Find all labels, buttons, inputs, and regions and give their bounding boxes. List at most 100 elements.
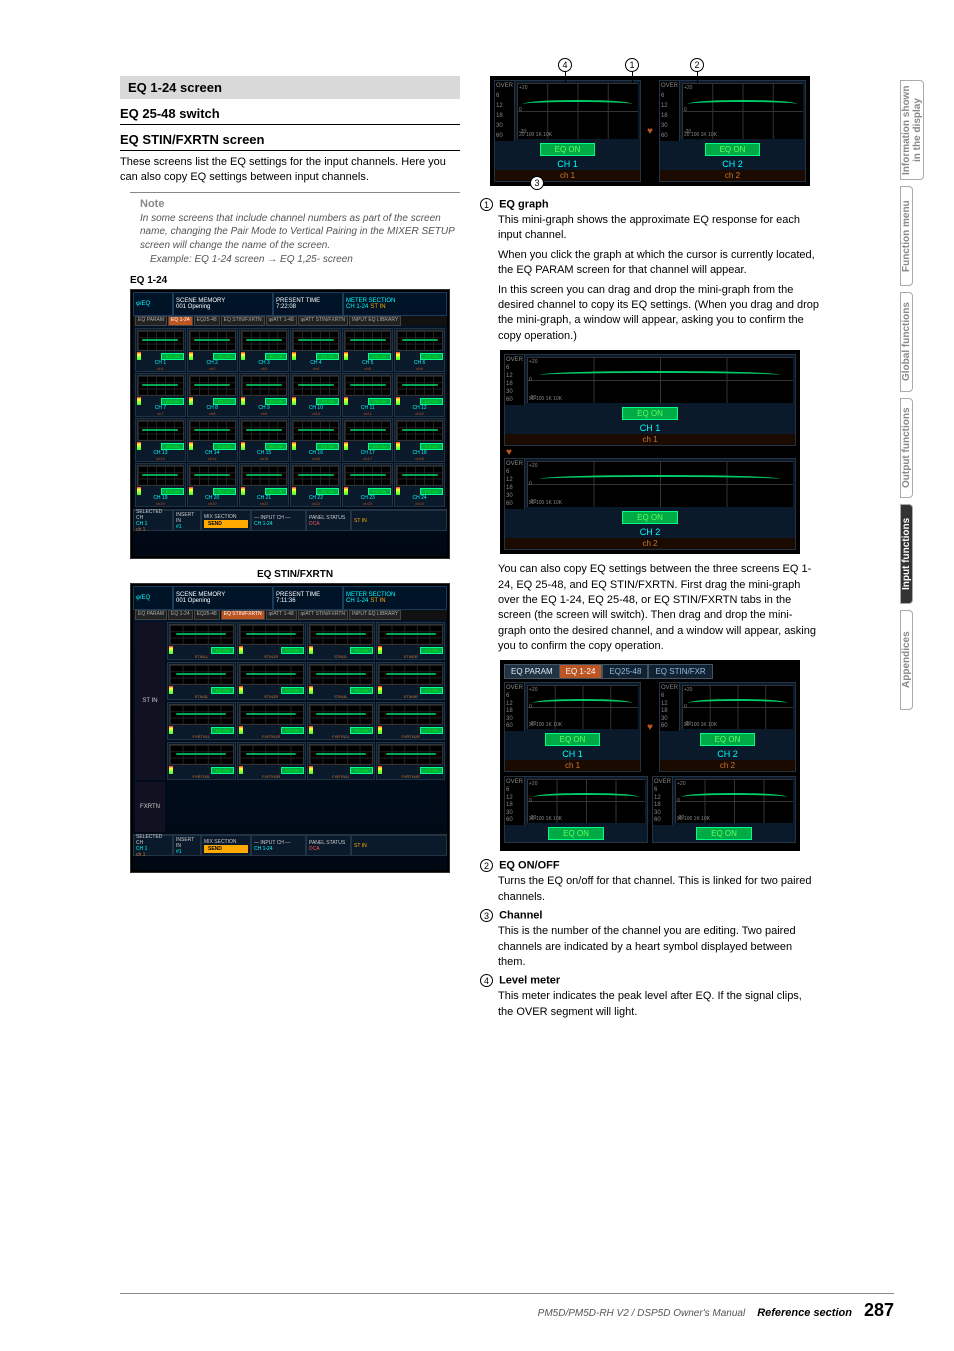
- eq-mini-graph[interactable]: [189, 330, 236, 351]
- eq-on-button[interactable]: EQ ON: [161, 488, 184, 495]
- eq-on-button[interactable]: EQ ON: [420, 687, 443, 694]
- eq-mini-graph[interactable]: [239, 704, 304, 725]
- eq-on-button[interactable]: EQ ON: [213, 353, 236, 360]
- eq-cell[interactable]: EQ ONSTIN3R: [237, 662, 306, 700]
- eq-on-button[interactable]: EQ ON: [368, 443, 391, 450]
- eq-on-button[interactable]: EQ ON: [350, 727, 373, 734]
- eq-mini-graph[interactable]: [378, 704, 443, 725]
- tab-att148[interactable]: φ/ATT 1-48: [266, 610, 297, 620]
- eq-on-button[interactable]: EQ ON: [265, 398, 288, 405]
- eq-mini-graph[interactable]: [169, 704, 234, 725]
- eq-cell[interactable]: EQ ONCH 14ch14: [187, 418, 238, 462]
- eq-module-ch2[interactable]: OVER 6 12 18 30 60 +20 0 -20: [659, 80, 806, 182]
- eq-on-button[interactable]: EQ ON: [265, 353, 288, 360]
- eq-mini-graph[interactable]: [241, 420, 288, 441]
- eq-mini-graph[interactable]: [137, 465, 184, 486]
- eq-cell[interactable]: EQ ONCH 10ch10: [290, 373, 341, 417]
- eq-mini-graph[interactable]: [189, 420, 236, 441]
- eq-cell[interactable]: EQ ONCH 6ch6: [394, 328, 445, 372]
- eq-cell[interactable]: EQ ONCH 23ch23: [342, 463, 393, 507]
- eq-on-button[interactable]: EQ ON: [161, 443, 184, 450]
- eq-mini-graph[interactable]: [344, 330, 391, 351]
- send-button[interactable]: SEND: [204, 845, 248, 853]
- eq-on-button[interactable]: EQ ON: [622, 511, 678, 524]
- eq-cell[interactable]: EQ ONCH 3ch3: [239, 328, 290, 372]
- tab-eq2548[interactable]: EQ25-48: [194, 316, 220, 326]
- tab-stin-active[interactable]: EQ STIN/FXRTN: [221, 610, 265, 620]
- eq-module-ch1[interactable]: OVER 6 12 18 30 60 +20 0 -20: [494, 80, 641, 182]
- eq-on-button[interactable]: EQ ON: [161, 353, 184, 360]
- eq-graph[interactable]: +200-20 20 100 1K 10K: [675, 779, 793, 823]
- eq-mini-graph[interactable]: [344, 375, 391, 396]
- eq-mini-graph[interactable]: [309, 744, 374, 765]
- send-button[interactable]: SEND: [204, 520, 248, 528]
- eq-on-button[interactable]: EQ ON: [622, 407, 678, 420]
- eq-cell[interactable]: EQ ONFXRTN3R: [237, 742, 306, 780]
- eq-on-button[interactable]: EQ ON: [420, 398, 443, 405]
- eq-cell[interactable]: EQ ONFXRTN2L: [307, 702, 376, 740]
- eq-mini-graph[interactable]: [241, 465, 288, 486]
- eq-graph[interactable]: +20 0 -20 20 100 1K 10K: [527, 357, 793, 403]
- eq-module-ch2[interactable]: OVER 6 12 18 30 60 +20 0 -20: [504, 458, 796, 550]
- side-tab-global[interactable]: Global functions: [900, 292, 913, 392]
- eq-mini-graph[interactable]: [292, 330, 339, 351]
- eq-mini-graph[interactable]: [344, 465, 391, 486]
- eq-on-button[interactable]: EQ ON: [265, 443, 288, 450]
- eq-on-button[interactable]: EQ ON: [420, 767, 443, 774]
- eq-on-button[interactable]: EQ ON: [705, 143, 761, 156]
- eq-mini-graph[interactable]: [396, 420, 443, 441]
- eq-on-button[interactable]: EQ ON: [420, 443, 443, 450]
- eq-cell[interactable]: EQ ONCH 5ch5: [342, 328, 393, 372]
- tab-library[interactable]: INPUT EQ LIBRARY: [349, 316, 401, 326]
- eq-mini-graph[interactable]: [189, 465, 236, 486]
- eq-mini-graph[interactable]: [396, 375, 443, 396]
- eq-mini-graph[interactable]: [169, 624, 234, 645]
- eq-on-button[interactable]: EQ ON: [211, 767, 234, 774]
- eq-cell[interactable]: EQ ONSTIN2L: [307, 622, 376, 660]
- eq-cell[interactable]: EQ ONCH 2ch2: [187, 328, 238, 372]
- eq-module-ch2[interactable]: OVER 6 12 18 30 60 +200-20 20 100 1K 10K: [659, 682, 796, 772]
- eq-mini-graph[interactable]: [239, 744, 304, 765]
- eq-on-button[interactable]: EQ ON: [368, 398, 391, 405]
- eq-on-button[interactable]: EQ ON: [213, 398, 236, 405]
- eq-on-button[interactable]: EQ ON: [548, 827, 604, 840]
- eq-mini-graph[interactable]: [137, 330, 184, 351]
- tab-eqparam[interactable]: EQ PARAM: [135, 610, 167, 620]
- eq-cell[interactable]: EQ ONCH 21ch21: [239, 463, 290, 507]
- eq-cell[interactable]: EQ ONCH 12ch12: [394, 373, 445, 417]
- eq-cell[interactable]: EQ ONFXRTN1R: [237, 702, 306, 740]
- eq-on-button[interactable]: EQ ON: [368, 353, 391, 360]
- eq-module[interactable]: OVER 6 12 18 30 60 +200-20 20 100 1K 10K: [504, 776, 648, 843]
- tab-att148[interactable]: φ/ATT 1-48: [266, 316, 297, 326]
- side-tab-function[interactable]: Function menu: [900, 186, 913, 286]
- tab-stin[interactable]: EQ STIN/FXRTN: [221, 316, 265, 326]
- eq-mini-graph[interactable]: [137, 420, 184, 441]
- eq-module-ch1[interactable]: OVER 6 12 18 30 60 +20 0 -20: [504, 354, 796, 446]
- eq-mini-graph[interactable]: [378, 624, 443, 645]
- eq-cell[interactable]: EQ ONCH 8ch8: [187, 373, 238, 417]
- eq-on-button[interactable]: EQ ON: [545, 733, 601, 746]
- eq-cell[interactable]: EQ ONCH 18ch18: [394, 418, 445, 462]
- tab-stin[interactable]: EQ STIN/FXR: [648, 664, 712, 679]
- eq-on-button[interactable]: EQ ON: [420, 727, 443, 734]
- eq-cell[interactable]: EQ ONCH 17ch17: [342, 418, 393, 462]
- eq-on-button[interactable]: EQ ON: [540, 143, 596, 156]
- eq-cell[interactable]: EQ ONFXRTN2R: [376, 702, 445, 740]
- side-tab-output[interactable]: Output functions: [900, 398, 913, 498]
- eq-on-button[interactable]: EQ ON: [281, 687, 304, 694]
- eq-mini-graph[interactable]: [137, 375, 184, 396]
- eq-mini-graph[interactable]: [292, 375, 339, 396]
- tab-eq2548[interactable]: EQ25-48: [194, 610, 220, 620]
- eq-cell[interactable]: EQ ONSTIN3L: [167, 662, 236, 700]
- tab-eq124[interactable]: EQ 1-24: [168, 316, 193, 326]
- eq-on-button[interactable]: EQ ON: [420, 488, 443, 495]
- eq-cell[interactable]: EQ ONCH 1ch1: [135, 328, 186, 372]
- eq-mini-graph[interactable]: [239, 624, 304, 645]
- eq-on-button[interactable]: EQ ON: [350, 687, 373, 694]
- eq-on-button[interactable]: EQ ON: [700, 733, 756, 746]
- tab-library[interactable]: INPUT EQ LIBRARY: [349, 610, 401, 620]
- eq-cell[interactable]: EQ ONCH 22ch22: [290, 463, 341, 507]
- side-tab-info[interactable]: Information shown in the display: [900, 80, 924, 180]
- eq-cell[interactable]: EQ ONCH 24ch24: [394, 463, 445, 507]
- eq-cell[interactable]: EQ ONCH 16ch16: [290, 418, 341, 462]
